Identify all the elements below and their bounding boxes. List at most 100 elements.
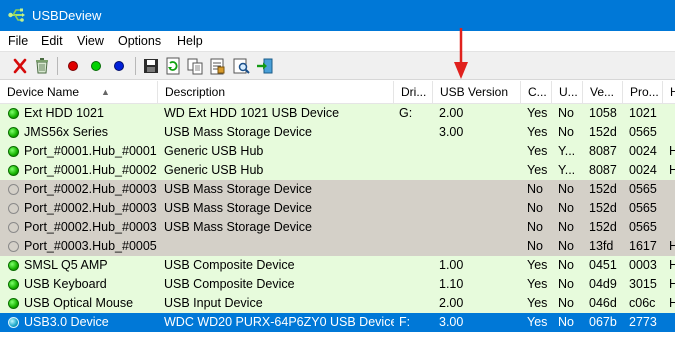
menu-file[interactable]: File — [8, 34, 28, 48]
connected-status-icon — [8, 146, 19, 157]
menu-help[interactable]: Help — [177, 34, 203, 48]
copy-icon[interactable] — [185, 56, 205, 76]
cell-drive — [396, 256, 433, 275]
column-connected[interactable]: C... — [521, 81, 552, 104]
cell-usb-version — [436, 218, 521, 237]
cell-vendor-id: 04d9 — [589, 277, 617, 291]
green-dot-icon[interactable] — [86, 56, 106, 76]
menu-edit[interactable]: Edit — [41, 34, 63, 48]
find-icon[interactable] — [231, 56, 251, 76]
exit-icon[interactable] — [255, 56, 275, 76]
table-row[interactable]: Port_#0002.Hub_#0003 USB Mass Storage Dev… — [0, 218, 675, 237]
column-label: Description — [165, 85, 226, 99]
cell-connected: No — [527, 201, 543, 215]
column-label: Device Name — [7, 85, 80, 99]
column-label: U... — [559, 85, 578, 99]
cell-h: H — [669, 239, 675, 253]
cell-u: No — [558, 220, 574, 234]
cell-usb-version — [436, 142, 521, 161]
blue-dot-icon[interactable] — [109, 56, 129, 76]
column-label: C... — [528, 85, 547, 99]
table-row[interactable]: Port_#0002.Hub_#0003 USB Mass Storage Dev… — [0, 199, 675, 218]
cell-u: No — [558, 182, 574, 196]
cell-h: H — [669, 163, 675, 177]
table-row[interactable]: Port_#0001.Hub_#0002 Generic USB Hub Yes Y.… — [0, 161, 675, 180]
uninstall-icon[interactable] — [32, 56, 52, 76]
cell-h: H — [669, 258, 675, 272]
cell-drive — [396, 142, 433, 161]
cell-description: Generic USB Hub — [164, 144, 264, 158]
table-row[interactable]: Ext HDD 1021 WD Ext HDD 1021 USB Device G:… — [0, 104, 675, 123]
cell-device-name: Port_#0002.Hub_#0003 — [24, 182, 157, 196]
cell-product-id: 2773 — [629, 315, 657, 329]
cell-product-id: 0003 — [629, 258, 657, 272]
table-row[interactable]: SMSL Q5 AMP USB Composite Device 1.00 Yes No… — [0, 256, 675, 275]
cell-h — [666, 123, 675, 142]
cell-description: USB Input Device — [164, 296, 263, 310]
table-row[interactable]: USB3.0 Device WDC WD20 PURX-64P6ZY0 USB D… — [0, 313, 675, 332]
table-row[interactable]: JMS56x Series USB Mass Storage Device 3.00… — [0, 123, 675, 142]
cell-vendor-id: 152d — [589, 201, 617, 215]
disconnected-status-icon — [8, 184, 19, 195]
cell-vendor-id: 13fd — [589, 239, 614, 253]
cell-device-name: Port_#0003.Hub_#0005 — [24, 239, 157, 253]
cell-u: Y... — [558, 144, 576, 158]
refresh-icon[interactable] — [163, 56, 183, 76]
disconnected-status-icon — [8, 222, 19, 233]
table-row[interactable]: Port_#0002.Hub_#0003 USB Mass Storage Dev… — [0, 180, 675, 199]
table-row[interactable]: USB Optical Mouse USB Input Device 2.00 Yes… — [0, 294, 675, 313]
column-u[interactable]: U... — [552, 81, 583, 104]
cell-drive — [396, 180, 433, 199]
column-product[interactable]: Pro... — [623, 81, 663, 104]
cell-drive: F: — [399, 315, 411, 329]
table-row[interactable]: Port_#0003.Hub_#0005 No No 13fd 1617 H — [0, 237, 675, 256]
menu-options[interactable]: Options — [118, 34, 161, 48]
cell-connected: Yes — [527, 106, 548, 120]
column-label: H — [670, 85, 675, 99]
table-row[interactable]: USB Keyboard USB Composite Device 1.10 Yes N… — [0, 275, 675, 294]
cell-u: No — [558, 296, 574, 310]
menu-view[interactable]: View — [77, 34, 104, 48]
cell-description: WDC WD20 PURX-64P6ZY0 USB Device — [164, 315, 394, 329]
cell-u: No — [558, 239, 574, 253]
cell-product-id: 0565 — [629, 201, 657, 215]
cell-h: H — [669, 144, 675, 158]
cell-device-name: Port_#0002.Hub_#0003 — [24, 201, 157, 215]
cell-description: USB Mass Storage Device — [164, 220, 312, 234]
cell-h: H — [669, 277, 675, 291]
column-description[interactable]: Description — [158, 81, 394, 104]
toolbar-separator — [135, 57, 136, 75]
column-header: Device Name ▲ Description Dri... USB Vers… — [0, 81, 675, 104]
cell-h — [666, 104, 675, 123]
column-drive[interactable]: Dri... — [394, 81, 433, 104]
cell-usb-version: 3.00 — [439, 315, 464, 329]
cell-h — [666, 199, 675, 218]
cell-vendor-id: 046d — [589, 296, 617, 310]
column-label: Dri... — [401, 85, 427, 99]
cell-connected: No — [527, 220, 543, 234]
cell-connected: Yes — [527, 125, 548, 139]
cell-device-name: JMS56x Series — [24, 125, 109, 139]
cell-u: Y... — [558, 163, 576, 177]
cell-description: USB Mass Storage Device — [164, 201, 312, 215]
cell-u: No — [558, 106, 574, 120]
save-icon[interactable] — [141, 56, 161, 76]
cell-u: No — [558, 315, 574, 329]
column-device-name[interactable]: Device Name ▲ — [0, 81, 158, 104]
cell-drive — [396, 199, 433, 218]
cell-device-name: Port_#0001.Hub_#0001 — [24, 144, 157, 158]
connected-status-icon — [8, 298, 19, 309]
table-row[interactable]: Port_#0001.Hub_#0001 Generic USB Hub Yes Y.… — [0, 142, 675, 161]
cell-u: No — [558, 277, 574, 291]
cell-usb-version: 2.00 — [439, 106, 464, 120]
toolbar-separator — [57, 57, 58, 75]
cell-drive — [396, 161, 433, 180]
column-h[interactable]: H — [663, 81, 675, 104]
properties-icon[interactable] — [207, 56, 227, 76]
column-vendor[interactable]: Ve... — [583, 81, 623, 104]
cell-description: USB Mass Storage Device — [164, 125, 312, 139]
sort-ascending-icon: ▲ — [101, 87, 110, 97]
red-dot-icon[interactable] — [63, 56, 83, 76]
disconnect-icon[interactable] — [10, 56, 30, 76]
column-usb-version[interactable]: USB Version — [433, 81, 521, 104]
